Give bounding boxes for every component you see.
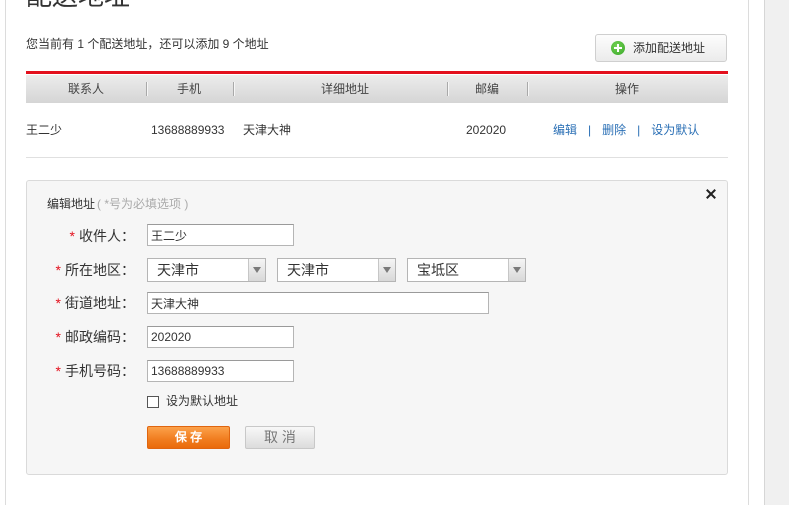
column-header-contact: 联系人 — [67, 82, 104, 96]
province-value: 天津市 — [157, 262, 199, 278]
chevron-down-icon — [248, 259, 265, 281]
required-mark: * — [55, 295, 61, 311]
default-address-checkbox[interactable] — [147, 396, 159, 408]
cancel-button[interactable]: 取 消 — [245, 426, 315, 449]
chevron-down-icon — [378, 259, 395, 281]
required-hint: ( *号为必填选项 ) — [97, 197, 189, 211]
row-actions: 编辑 | 删除 | 设为默认 — [553, 123, 699, 137]
city-select[interactable]: 天津市 — [277, 258, 396, 282]
edit-form-title: 编辑地址( *号为必填选项 ) — [47, 197, 188, 211]
row-address: 天津大神 — [243, 123, 292, 137]
recipient-label: * 收件人： — [27, 226, 135, 246]
street-label-text: 街道地址： — [65, 295, 135, 311]
set-default-link[interactable]: 设为默认 — [651, 123, 699, 137]
recipient-input[interactable] — [147, 224, 294, 246]
row-contact-name: 王二少 — [26, 123, 63, 137]
address-table-header: 联系人 手机 详细地址 邮编 操作 — [26, 75, 728, 103]
zip-input[interactable] — [147, 326, 294, 348]
required-mark: * — [55, 262, 61, 278]
default-address-label[interactable]: 设为默认地址 — [166, 394, 238, 408]
column-header-phone: 手机 — [176, 82, 201, 96]
row-zip: 202020 — [466, 123, 507, 137]
phone-label: * 手机号码： — [27, 361, 135, 381]
phone-input[interactable] — [147, 360, 294, 382]
required-mark: * — [55, 329, 61, 345]
row-phone: 13688889933 — [151, 123, 225, 137]
required-mark: * — [69, 228, 75, 244]
edit-link[interactable]: 编辑 — [553, 123, 577, 137]
street-label: * 街道地址： — [27, 293, 135, 313]
column-header-zip: 邮编 — [474, 82, 499, 96]
column-header-address: 详细地址 — [320, 82, 369, 96]
add-address-label: 添加配送地址 — [633, 41, 706, 55]
edit-form-title-text: 编辑地址 — [47, 197, 96, 211]
recipient-label-text: 收件人： — [79, 228, 135, 244]
chevron-down-icon — [508, 259, 525, 281]
zip-label-text: 邮政编码： — [65, 329, 135, 345]
province-select[interactable]: 天津市 — [147, 258, 266, 282]
delete-link[interactable]: 删除 — [602, 123, 626, 137]
required-mark: * — [55, 363, 61, 379]
save-button[interactable]: 保 存 — [147, 426, 230, 449]
column-divider — [233, 82, 235, 96]
city-value: 天津市 — [287, 262, 329, 278]
region-label-text: 所在地区： — [65, 262, 135, 278]
right-sidebar — [764, 0, 789, 505]
phone-label-text: 手机号码： — [65, 363, 135, 379]
street-input[interactable] — [147, 292, 489, 314]
column-divider — [527, 82, 529, 96]
row-divider — [26, 157, 728, 158]
table-top-accent-line — [26, 71, 728, 74]
action-separator: | — [588, 123, 592, 137]
address-count-summary: 您当前有 1 个配送地址，还可以添加 9 个地址 — [26, 37, 269, 51]
region-label: * 所在地区： — [27, 260, 135, 280]
district-select[interactable]: 宝坻区 — [407, 258, 526, 282]
column-header-actions: 操作 — [614, 82, 639, 96]
plus-circle-icon — [611, 41, 625, 55]
add-address-button[interactable]: 添加配送地址 — [595, 34, 727, 62]
district-value: 宝坻区 — [417, 262, 459, 278]
action-separator: | — [637, 123, 641, 137]
close-icon[interactable] — [706, 189, 716, 199]
edit-address-panel: 编辑地址( *号为必填选项 ) *收件人： *所在地区： 天津市 天津市 宝坻区… — [26, 180, 728, 475]
page-title: 配送地址 — [26, 0, 130, 11]
zip-label: * 邮政编码： — [27, 327, 135, 347]
